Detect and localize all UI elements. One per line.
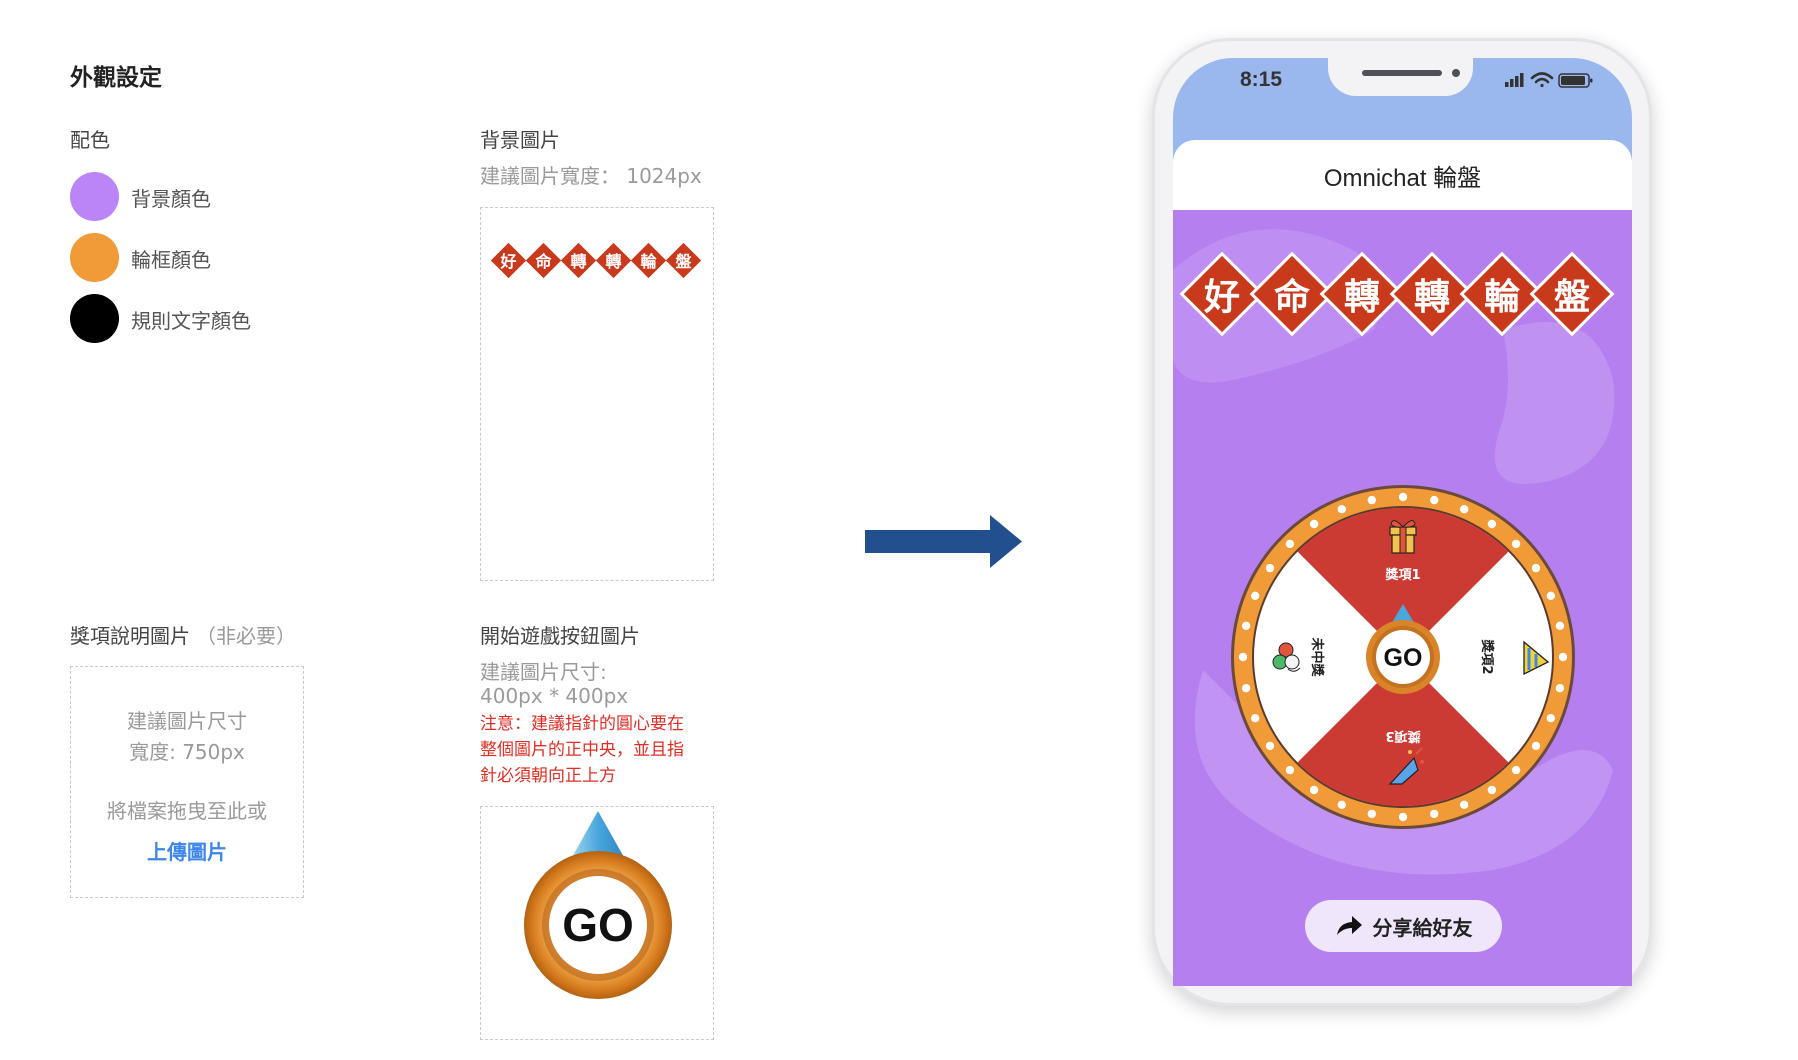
drop-text: 將檔案拖曳至此或 xyxy=(107,799,267,823)
app-titlebar: Omnichat 輪盤 xyxy=(1173,140,1632,210)
share-arrow-icon xyxy=(1336,916,1362,935)
upload-image-link[interactable]: 上傳圖片 xyxy=(71,836,303,865)
start-button-hint-line2: 400px * 400px xyxy=(480,684,629,708)
go-button-preview: GO xyxy=(524,811,672,999)
rim-dot xyxy=(1511,539,1521,549)
rule-text-color-swatch[interactable] xyxy=(70,294,119,343)
bg-image-hint: 建議圖片寬度： 1024px xyxy=(480,164,702,188)
rim-dot xyxy=(1546,714,1555,723)
segment-label: 獎項3 xyxy=(1385,728,1421,744)
rim-dot xyxy=(1555,621,1565,630)
rim-dot xyxy=(1309,519,1319,529)
banner-char: 輪 xyxy=(1483,276,1520,318)
banner-char: 好 xyxy=(500,252,517,271)
signal-icon xyxy=(1505,73,1524,87)
banner-char: 盤 xyxy=(1553,276,1590,318)
game-banner: 好 命 轉 轉 輪 盤 xyxy=(1183,254,1611,334)
banner-char: 盤 xyxy=(675,252,692,271)
rim-dot xyxy=(1558,652,1568,662)
phone-notch xyxy=(1328,56,1473,96)
optional-tag: （非必要） xyxy=(196,624,296,648)
banner-char: 輪 xyxy=(640,252,657,271)
status-icons xyxy=(1505,72,1593,88)
start-button-hint-line1: 建議圖片尺寸: xyxy=(480,660,607,684)
segment-label: 獎項2 xyxy=(1479,638,1495,674)
background-color-label: 背景顏色 xyxy=(131,187,211,211)
color-scheme-label: 配色 xyxy=(70,128,110,152)
bg-image-upload-box[interactable]: 好 命 轉 轉 輪 盤 xyxy=(480,207,714,581)
rim-dot xyxy=(1511,765,1521,775)
rim-dot xyxy=(1251,714,1260,723)
warning-line: 注意：建議指針的圓心要在 xyxy=(480,714,684,734)
banner-char: 轉 xyxy=(1343,276,1380,318)
start-button-warning: 注意：建議指針的圓心要在 整個圖片的正中央，並且指 針必須朝向正上方 xyxy=(480,711,684,789)
rim-dot xyxy=(1487,519,1497,529)
prize-wheel[interactable]: 獎項1 獎項2 獎項3 未中獎 GO xyxy=(1230,484,1576,830)
go-preview-text: GO xyxy=(562,899,634,951)
share-button[interactable]: 分享給好友 xyxy=(1305,900,1502,952)
rim-dot xyxy=(1265,563,1275,573)
rim-dot xyxy=(1241,684,1251,693)
rim-dot xyxy=(1337,505,1346,514)
rim-dot xyxy=(1337,800,1346,809)
warning-line: 針必須朝向正上方 xyxy=(480,766,616,786)
start-button-upload-box[interactable]: GO xyxy=(480,806,714,1040)
rim-dot xyxy=(1460,800,1469,809)
banner-char: 轉 xyxy=(1413,276,1450,318)
section-title: 外觀設定 xyxy=(70,65,162,91)
rim-dot xyxy=(1487,785,1497,795)
app-title: Omnichat 輪盤 xyxy=(1323,164,1482,192)
rim-dot xyxy=(1241,621,1251,630)
start-button-image-title: 開始遊戲按鈕圖片 xyxy=(480,624,640,648)
rim-dot xyxy=(1531,563,1541,573)
rim-dot xyxy=(1555,684,1565,693)
prize-image-title-text: 獎項說明圖片 xyxy=(70,624,190,648)
banner-char: 命 xyxy=(535,252,552,271)
rim-dot xyxy=(1398,492,1408,502)
rim-dot xyxy=(1460,505,1469,514)
rim-dot xyxy=(1238,652,1248,662)
banner-char: 命 xyxy=(1273,276,1310,318)
background-color-swatch[interactable] xyxy=(70,172,119,221)
go-button[interactable]: GO xyxy=(1384,644,1423,672)
share-label: 分享給好友 xyxy=(1372,915,1473,940)
rim-dot xyxy=(1398,812,1408,822)
rim-color-swatch[interactable] xyxy=(70,233,119,282)
rim-dot xyxy=(1285,539,1295,549)
rim-dot xyxy=(1367,809,1376,819)
rim-dot xyxy=(1546,591,1555,600)
prize-image-title: 獎項說明圖片 （非必要） xyxy=(70,620,296,649)
rim-dot xyxy=(1309,785,1319,795)
rim-dot xyxy=(1531,741,1541,751)
wifi-icon xyxy=(1530,72,1554,88)
segment-label: 未中獎 xyxy=(1309,636,1325,677)
prize-image-upload-box[interactable]: 建議圖片尺寸 寬度: 750px 將檔案拖曳至此或 上傳圖片 xyxy=(70,666,304,898)
rim-color-label: 輪框顏色 xyxy=(131,248,211,272)
rim-dot xyxy=(1251,591,1260,600)
bg-banner-preview: 好 命 轉 轉 輪 盤 xyxy=(490,242,702,278)
arrow-right-icon xyxy=(865,515,1022,568)
rim-dot xyxy=(1367,495,1376,505)
segment-label: 獎項1 xyxy=(1384,567,1420,583)
bg-image-title: 背景圖片 xyxy=(480,128,560,152)
prize-hint-line1: 建議圖片尺寸 xyxy=(127,709,247,733)
battery-icon xyxy=(1558,73,1593,88)
rim-dot xyxy=(1430,495,1439,505)
rim-dot xyxy=(1430,809,1439,819)
banner-char: 好 xyxy=(1203,276,1240,318)
warning-line: 整個圖片的正中央，並且指 xyxy=(480,740,684,760)
rim-dot xyxy=(1265,741,1275,751)
prize-hint-line2: 寬度: 750px xyxy=(129,740,245,764)
rule-text-color-label: 規則文字顏色 xyxy=(131,309,251,333)
rim-dot xyxy=(1285,765,1295,775)
status-time: 8:15 xyxy=(1240,68,1283,91)
banner-char: 轉 xyxy=(605,252,622,271)
banner-char: 轉 xyxy=(570,252,587,271)
